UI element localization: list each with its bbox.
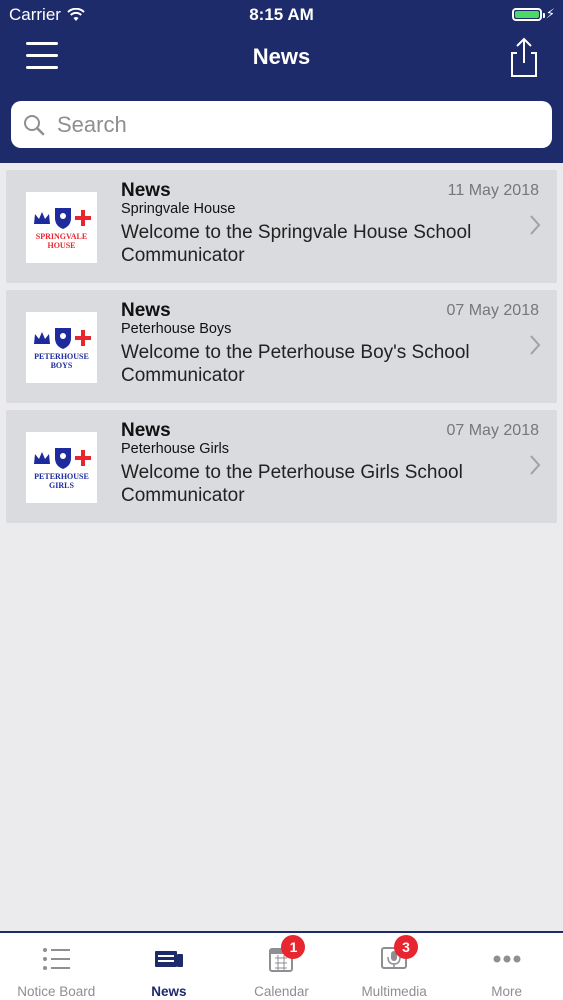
tab-label: More — [491, 984, 523, 999]
search-input[interactable] — [55, 110, 529, 139]
tab-news[interactable]: News — [113, 933, 226, 1000]
crest-icon — [33, 446, 91, 470]
share-icon[interactable] — [509, 36, 539, 78]
news-card[interactable]: SPRINGVALE HOUSE News Springvale House 11… — [6, 170, 557, 283]
battery-icon — [511, 7, 545, 21]
news-text: Welcome to the Peterhouse Boy's School C… — [121, 342, 470, 386]
tab-more[interactable]: More — [450, 933, 563, 1000]
chevron-right-icon — [530, 335, 541, 355]
tab-notice-board[interactable]: Notice Board — [0, 933, 113, 1000]
search-icon — [24, 114, 45, 135]
tab-bar: Notice Board News 1 Calendar 3 Multimedi… — [0, 931, 563, 1000]
logo-text: PETERHOUSE BOYS — [34, 351, 89, 370]
school-logo: SPRINGVALE HOUSE — [26, 192, 97, 263]
school-logo: PETERHOUSE BOYS — [26, 312, 97, 383]
tab-label: Multimedia — [361, 984, 427, 999]
tab-label: Notice Board — [17, 984, 96, 999]
multimedia-badge: 3 — [394, 935, 419, 959]
tab-multimedia[interactable]: 3 Multimedia — [338, 933, 451, 1000]
newspaper-icon — [154, 951, 183, 967]
charging-bolt-icon: ⚡ — [545, 6, 555, 21]
status-time: 8:15 AM — [249, 5, 314, 24]
tab-label: News — [151, 984, 187, 999]
more-dots-icon — [493, 955, 521, 963]
logo-text: PETERHOUSE GIRLS — [34, 471, 89, 490]
news-kind: News — [121, 420, 171, 441]
crest-icon — [33, 326, 91, 350]
battery-indicator: ⚡ — [511, 6, 555, 22]
calendar-icon: 1 — [265, 935, 306, 973]
crest-icon — [33, 206, 91, 230]
news-date: 07 May 2018 — [446, 302, 539, 319]
news-text: Welcome to the Peterhouse Girls School C… — [121, 462, 463, 506]
news-text: Welcome to the Springvale House School C… — [121, 222, 472, 266]
news-card[interactable]: PETERHOUSE BOYS News Peterhouse Boys 07 M… — [6, 290, 557, 403]
news-source: Peterhouse Boys — [121, 321, 232, 337]
school-logo: PETERHOUSE GIRLS — [26, 432, 97, 503]
news-source: Peterhouse Girls — [121, 441, 229, 457]
news-kind: News — [121, 300, 171, 321]
tab-label: Calendar — [254, 984, 309, 999]
news-date: 07 May 2018 — [446, 422, 539, 439]
chevron-right-icon — [530, 215, 541, 235]
tab-calendar[interactable]: 1 Calendar — [225, 933, 338, 1000]
news-list: SPRINGVALE HOUSE News Springvale House 11… — [6, 170, 557, 530]
news-date: 11 May 2018 — [447, 182, 539, 199]
page-title: News — [252, 44, 311, 69]
calendar-badge: 1 — [281, 935, 306, 959]
navigation-bar: News — [0, 30, 563, 90]
app-header: Carrier 8:15 AM ⚡ News — [0, 0, 563, 163]
search-bar[interactable] — [11, 101, 552, 148]
news-kind: News — [121, 180, 171, 201]
list-icon — [43, 948, 71, 970]
news-source: Springvale House — [121, 201, 236, 217]
logo-text: SPRINGVALE HOUSE — [35, 231, 88, 250]
news-card[interactable]: PETERHOUSE GIRLS News Peterhouse Girls 07… — [6, 410, 557, 523]
status-bar: Carrier 8:15 AM ⚡ — [0, 0, 563, 30]
microphone-icon: 3 — [378, 935, 419, 973]
chevron-right-icon — [530, 455, 541, 475]
